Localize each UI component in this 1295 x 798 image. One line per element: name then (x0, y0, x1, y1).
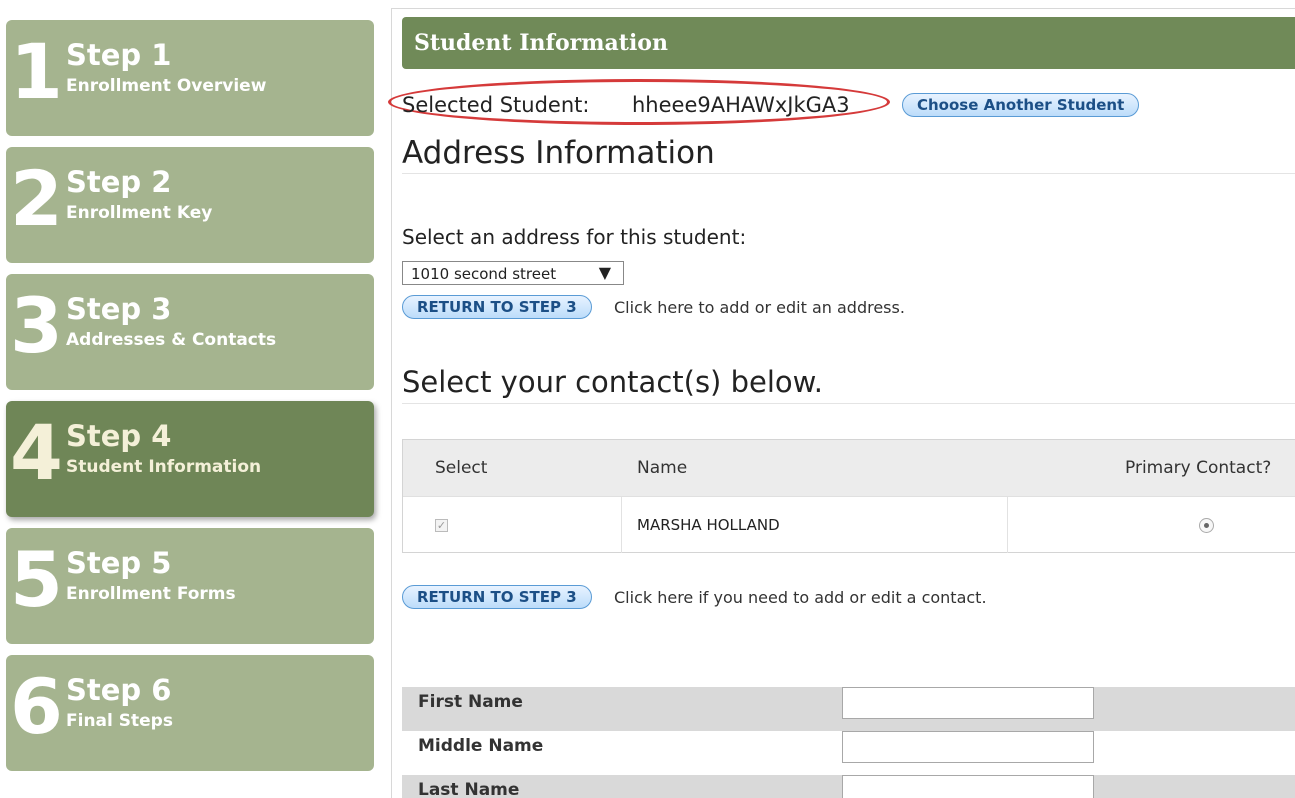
step-6-card[interactable]: 6 Step 6 Final Steps (6, 655, 374, 771)
step-3-title: Step 3 (66, 292, 172, 326)
main-panel: Student Information Selected Student: hh… (388, 8, 1295, 798)
primary-contact-radio[interactable] (1199, 518, 1214, 533)
selected-student-value: hheee9AHAWxJkGA3 (632, 93, 850, 117)
last-name-row: Last Name (402, 775, 1295, 798)
column-divider (621, 497, 622, 553)
step-2-subtitle: Enrollment Key (66, 203, 213, 223)
column-header-select: Select (435, 458, 488, 478)
step-5-number: 5 (10, 535, 63, 624)
last-name-input[interactable] (842, 775, 1094, 798)
return-to-step-3-contact-button[interactable]: RETURN TO STEP 3 (402, 585, 592, 609)
step-4-title: Step 4 (66, 419, 172, 453)
step-6-subtitle: Final Steps (66, 711, 173, 731)
first-name-row: First Name (402, 687, 1295, 731)
contact-return-note: Click here if you need to add or edit a … (614, 588, 987, 607)
first-name-label: First Name (418, 692, 523, 712)
table-row: ✓ MARSHA HOLLAND (403, 496, 1295, 553)
middle-name-input[interactable] (842, 731, 1094, 763)
step-4-number: 4 (10, 408, 63, 497)
address-return-note: Click here to add or edit an address. (614, 298, 905, 317)
column-header-name: Name (637, 458, 688, 478)
step-5-subtitle: Enrollment Forms (66, 584, 236, 604)
step-2-number: 2 (10, 154, 63, 243)
step-6-number: 6 (10, 662, 63, 751)
section-header-bar: Student Information (402, 17, 1295, 69)
middle-name-label: Middle Name (418, 736, 544, 756)
address-dropdown-value: 1010 second street (411, 265, 557, 283)
contacts-table-header: Select Name Primary Contact? (403, 440, 1295, 496)
return-to-step-3-address-button[interactable]: RETURN TO STEP 3 (402, 295, 592, 319)
divider (402, 403, 1295, 404)
step-5-title: Step 5 (66, 546, 172, 580)
last-name-label: Last Name (418, 780, 520, 798)
step-6-title: Step 6 (66, 673, 172, 707)
address-dropdown[interactable]: 1010 second street ▼ (402, 261, 624, 285)
step-3-card[interactable]: 3 Step 3 Addresses & Contacts (6, 274, 374, 390)
section-title: Student Information (414, 30, 668, 56)
dropdown-caret-icon: ▼ (598, 263, 611, 282)
step-1-number: 1 (10, 27, 63, 116)
address-select-label: Select an address for this student: (402, 225, 747, 249)
selected-student-label: Selected Student: (402, 93, 590, 117)
contacts-heading: Select your contact(s) below. (402, 365, 823, 399)
step-4-subtitle: Student Information (66, 457, 262, 477)
step-2-title: Step 2 (66, 165, 172, 199)
step-3-subtitle: Addresses & Contacts (66, 330, 277, 350)
contacts-table: Select Name Primary Contact? ✓ MARSHA HO… (402, 439, 1295, 553)
divider (402, 173, 1295, 174)
step-4-card-active[interactable]: 4 Step 4 Student Information (6, 401, 374, 517)
step-2-card[interactable]: 2 Step 2 Enrollment Key (6, 147, 374, 263)
column-divider (1007, 497, 1008, 553)
contact-name: MARSHA HOLLAND (637, 516, 780, 534)
step-5-card[interactable]: 5 Step 5 Enrollment Forms (6, 528, 374, 644)
column-header-primary: Primary Contact? (1125, 458, 1272, 478)
step-sidebar: 1 Step 1 Enrollment Overview 2 Step 2 En… (0, 0, 390, 798)
middle-name-row: Middle Name (402, 731, 1295, 775)
step-1-card[interactable]: 1 Step 1 Enrollment Overview (6, 20, 374, 136)
step-1-subtitle: Enrollment Overview (66, 76, 267, 96)
address-heading: Address Information (402, 135, 715, 171)
step-1-title: Step 1 (66, 38, 172, 72)
contact-select-checkbox[interactable]: ✓ (435, 519, 448, 532)
choose-another-student-button[interactable]: Choose Another Student (902, 93, 1140, 117)
first-name-input[interactable] (842, 687, 1094, 719)
step-3-number: 3 (10, 281, 63, 370)
